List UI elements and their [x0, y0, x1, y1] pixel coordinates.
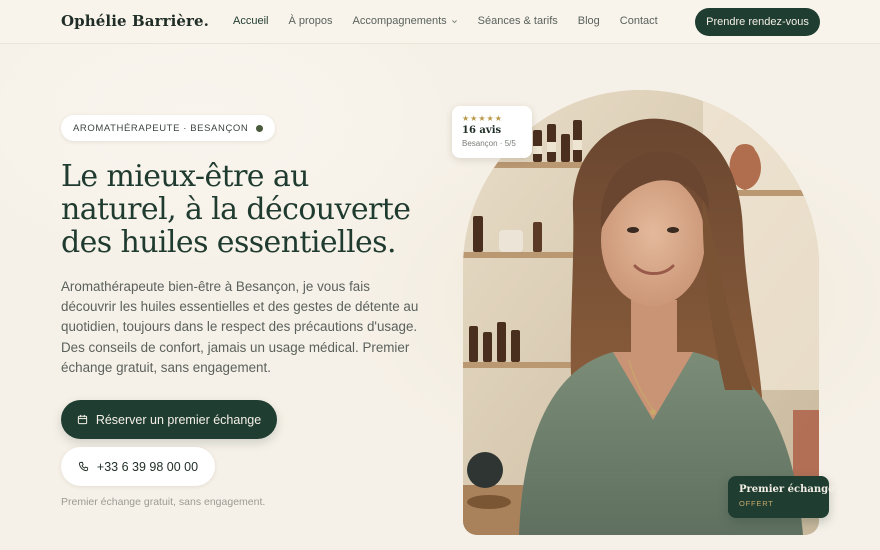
offer-subtitle: OFFERT [739, 499, 774, 508]
main-nav: Accueil À propos Accompagnements Séances… [233, 15, 678, 27]
offer-title: Premier échange [739, 484, 835, 495]
nav-item-label: Accompagnements [352, 15, 447, 27]
rating-stars-icon: ★★★★★ [462, 114, 503, 123]
brand-logo[interactable]: Ophélie Barrière. [61, 12, 209, 30]
nav-item-accueil[interactable]: Accueil [233, 15, 268, 27]
hero-note: Premier échange gratuit, sans engagement… [61, 496, 266, 508]
nav-item-blog[interactable]: Blog [578, 15, 600, 27]
badge-label: AROMATHÉRAPEUTE · BESANÇON [73, 122, 249, 134]
nav-item-accompagnements[interactable]: Accompagnements [353, 15, 458, 27]
profession-badge: AROMATHÉRAPEUTE · BESANÇON [61, 115, 276, 141]
review-meta: Besançon · 5/5 [462, 139, 516, 148]
review-count: 16 avis [462, 125, 502, 136]
badge-dot-icon [256, 124, 264, 132]
nav-item-seances-tarifs[interactable]: Séances & tarifs [478, 15, 558, 27]
reserve-first-exchange-button[interactable]: Réserver un premier échange [61, 400, 277, 439]
review-card: ★★★★★ 16 avis Besançon · 5/5 [452, 106, 532, 158]
hero-title: Le mieux-être au naturel, à la découvert… [61, 159, 411, 260]
phone-button-label: +33 6 39 98 00 00 [96, 459, 199, 474]
offer-card: Premier échange OFFERT [728, 476, 835, 518]
hero-lead: Aromathérapeute bien-être à Besançon, je… [61, 279, 419, 375]
site-header: Ophélie Barrière. Accueil À propos Accom… [0, 0, 880, 44]
nav-item-contact[interactable]: Contact [620, 15, 658, 27]
nav-item-a-propos[interactable]: À propos [288, 15, 332, 27]
book-appointment-button[interactable]: Prendre rendez-vous [695, 8, 820, 36]
calendar-icon [77, 414, 87, 425]
phone-button[interactable]: +33 6 39 98 00 00 [61, 447, 215, 486]
reserve-button-label: Réserver un premier échange [95, 412, 262, 427]
chevron-down-icon [451, 19, 457, 23]
phone-icon [78, 461, 89, 472]
